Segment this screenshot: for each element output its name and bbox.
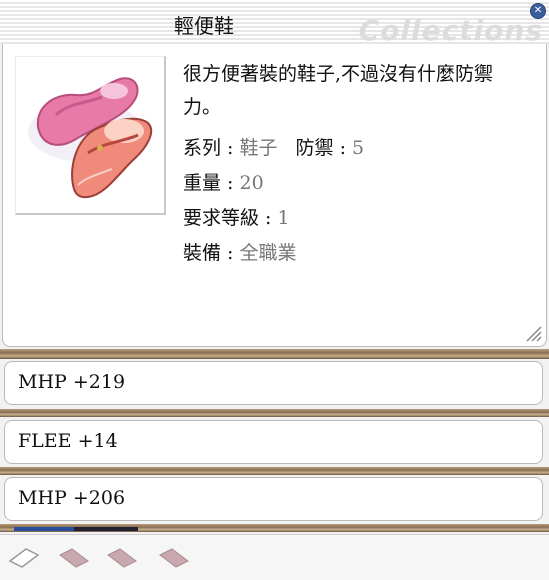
item-description: 很方便著裝的鞋子,不過沒有什麼防禦力。 [183,63,494,118]
resize-grip-icon[interactable] [524,324,542,342]
random-option-text: FLEE +14 [18,430,118,452]
card-slot-icon[interactable] [106,545,138,571]
collections-watermark: Collections [358,14,543,47]
equip-value: 全職業 [239,242,297,264]
weight-row: 重量 : 20 [183,168,264,195]
card-slot-icon[interactable] [158,545,190,571]
weight-label: 重量 : [183,172,240,194]
random-option-text: MHP +219 [18,371,126,393]
random-option-1: MHP +219 [4,361,543,405]
shoes-illustration [28,77,153,199]
equip-label: 裝備 : [183,242,240,264]
item-name-title: 輕便鞋 [174,14,234,38]
card-slots-bar [0,534,549,580]
item-info-panel: 很方便著裝的鞋子,不過沒有什麼防禦力。 系列 : 鞋子 防禦 : 5 重量 : … [2,44,547,347]
random-option-2: FLEE +14 [4,420,543,464]
series-value: 鞋子 [239,137,278,159]
wood-divider [0,409,549,417]
wood-divider [0,349,549,359]
scroll-indicator-blue [14,527,74,531]
required-level-row: 要求等級 : 1 [183,203,290,230]
defense-value: 5 [352,137,365,159]
required-level-value: 1 [277,207,290,229]
wood-divider [0,467,549,475]
random-option-3: MHP +206 [4,477,543,521]
empty-card-slot-icon[interactable] [8,545,40,571]
defense-label: 防禦 : [295,137,353,159]
coral-shoe-buckle [97,145,103,151]
required-level-label: 要求等級 : [183,207,278,229]
weight-value: 20 [239,172,264,194]
item-illustration-frame [15,56,166,215]
scroll-indicator-dark [74,527,138,531]
pink-shoe-opening [100,83,128,99]
card-slot-icon[interactable] [58,545,90,571]
close-icon[interactable]: ✕ [530,3,546,19]
random-option-text: MHP +206 [18,487,126,509]
equip-row: 裝備 : 全職業 [183,238,297,265]
series-defense-row: 系列 : 鞋子 防禦 : 5 [183,133,364,160]
series-label: 系列 : [183,137,240,159]
